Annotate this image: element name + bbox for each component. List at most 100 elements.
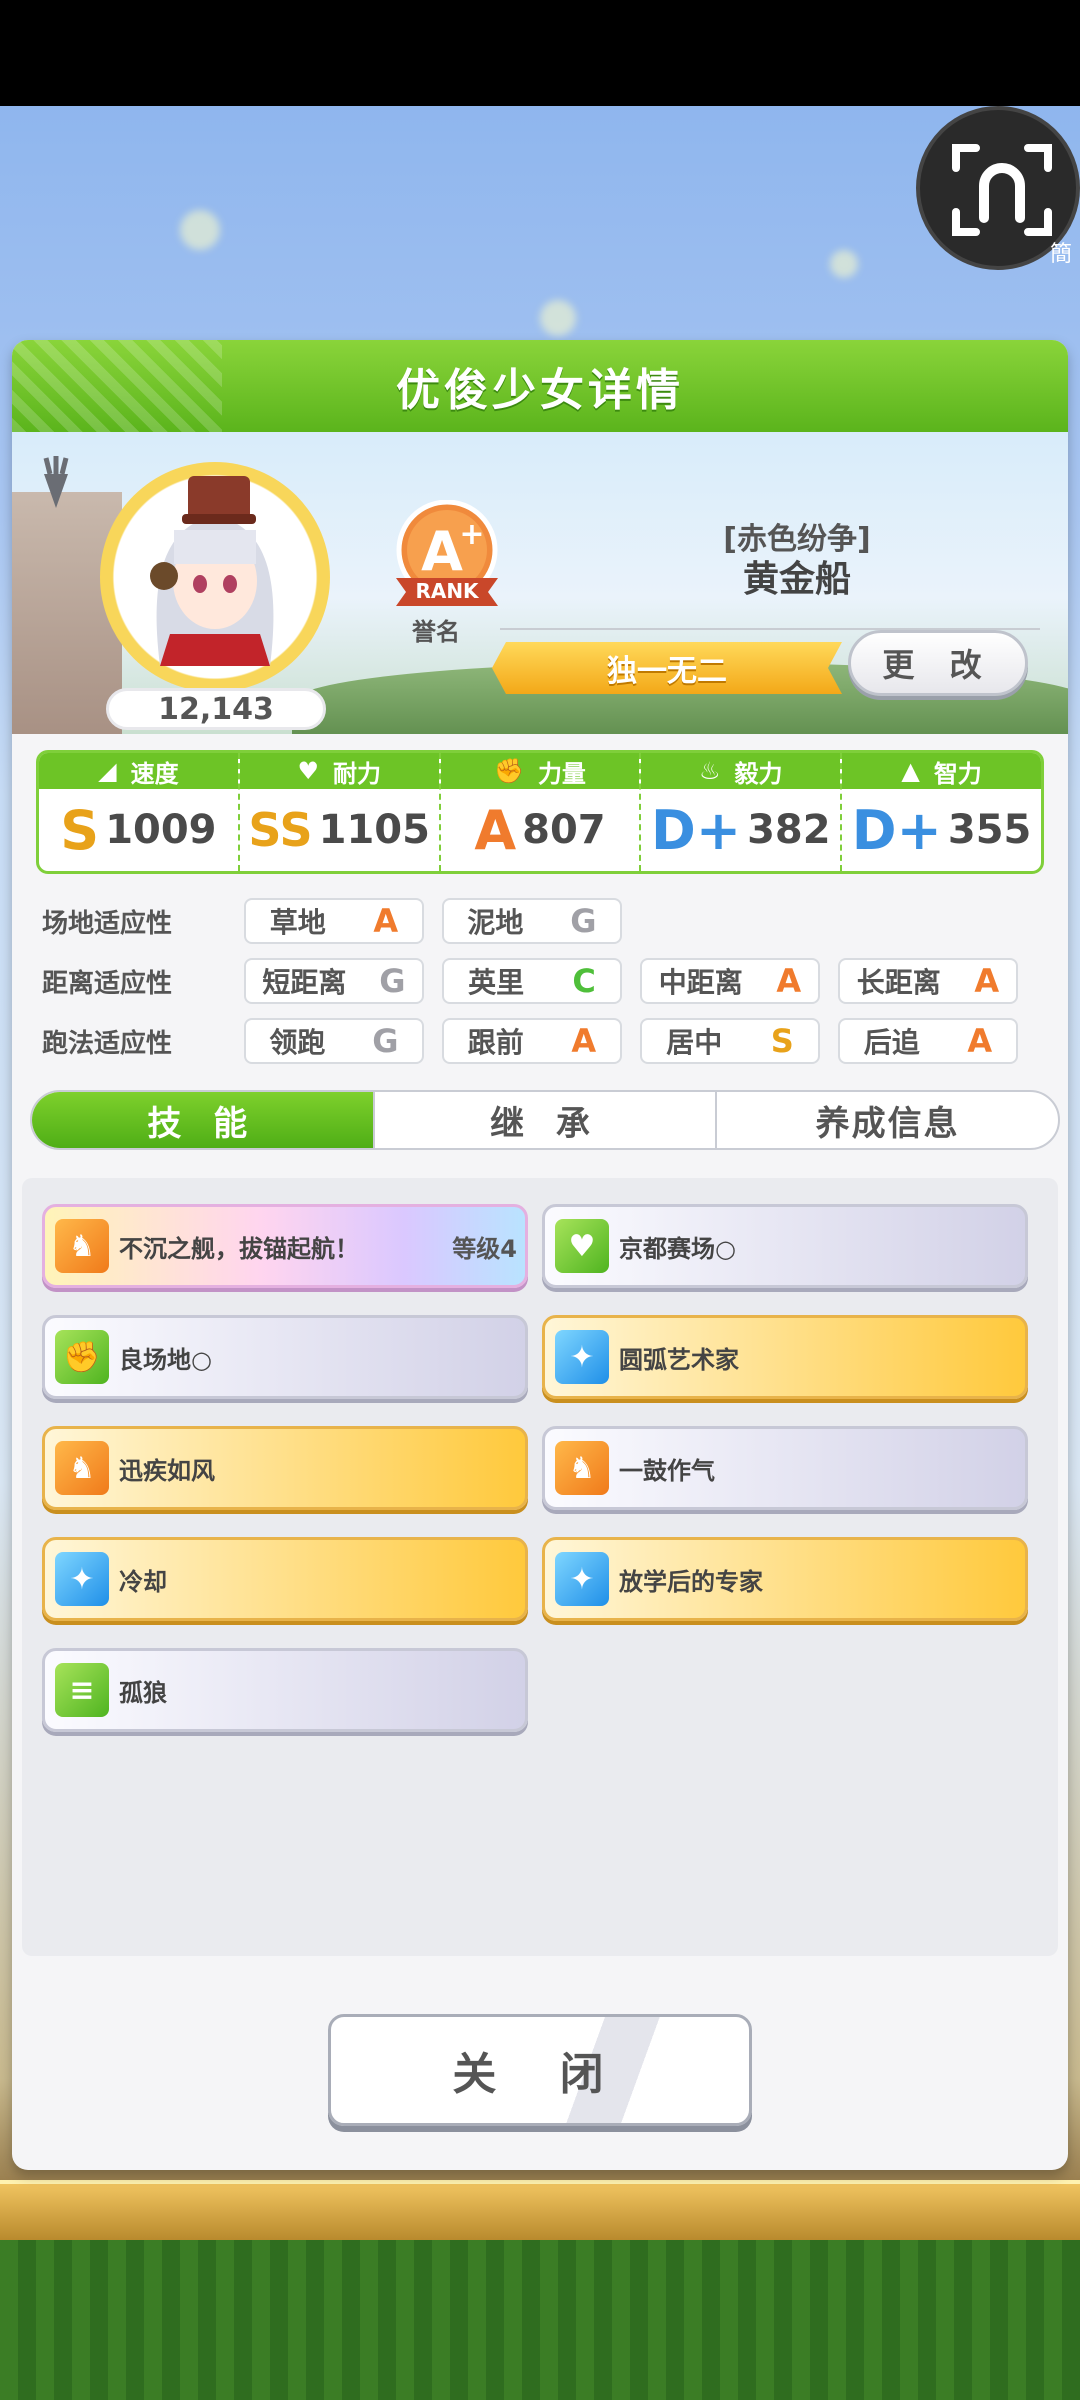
stat-cell: ♨ 毅力 D+ 382 <box>641 753 843 871</box>
skills-list: ♞ 不沉之舰，拔锚起航！ 等级4 ♥ 京都赛场○ ✊ 良场地○ ✦ 圆弧艺术家 ♞… <box>22 1178 1058 1956</box>
aptitude-cell: 长距离 A <box>838 958 1018 1004</box>
skill-card[interactable]: ♞ 不沉之舰，拔锚起航！ 等级4 <box>42 1204 528 1288</box>
horseshoe-icon <box>952 144 1052 236</box>
race-fence <box>0 2180 1080 2240</box>
aptitude-cell: 草地 A <box>244 898 424 944</box>
change-title-button[interactable]: 更 改 <box>848 630 1028 696</box>
tab-skills[interactable]: 技 能 <box>32 1092 375 1148</box>
sparkle-icon: ✦ <box>555 1330 609 1384</box>
sparkle-icon: ✦ <box>555 1552 609 1606</box>
document-icon: ≡ <box>55 1663 109 1717</box>
aptitude-name: 领跑 <box>269 1026 326 1059</box>
stat-label: 毅力 <box>734 759 783 788</box>
aptitude-cell: 后追 A <box>838 1018 1018 1064</box>
skill-card[interactable]: ♞ 一鼓作气 <box>542 1426 1028 1510</box>
rank-caption: 誉名 <box>412 618 460 646</box>
aptitude-cell: 英里 C <box>442 958 622 1004</box>
panel-header: 优俊少女详情 <box>12 340 1068 432</box>
stat-body: D+ 382 <box>641 789 840 871</box>
stat-cell: ◢ 速度 S 1009 <box>39 753 240 871</box>
bokeh-light <box>830 250 858 278</box>
bokeh-light <box>540 300 576 336</box>
skill-card[interactable]: ✊ 良场地○ <box>42 1315 528 1399</box>
aptitude-name: 中距离 <box>658 966 743 999</box>
character-portrait[interactable] <box>130 466 300 666</box>
running-horse-icon: ♞ <box>555 1441 609 1495</box>
stat-header: ▲ 智力 <box>842 753 1041 789</box>
bokeh-light <box>180 210 220 250</box>
stat-header: ♥ 耐力 <box>239 753 439 789</box>
grass-track <box>0 2240 1080 2400</box>
heart-icon: ♥ <box>555 1219 609 1273</box>
aptitude-grade: A <box>974 962 1000 1000</box>
aptitude-grade: G <box>570 902 597 940</box>
aptitude-cell: 泥地 G <box>442 898 622 944</box>
close-button[interactable]: 关 闭 <box>328 2014 752 2126</box>
stat-label: 智力 <box>933 759 982 788</box>
style-aptitude-row: 跑法适应性 领跑 G 跟前 A 居中 S 后追 A <box>42 1016 1052 1066</box>
stat-grade: SS <box>247 802 313 858</box>
skill-level: 等级4 <box>452 1234 517 1263</box>
stat-value: 807 <box>522 807 606 853</box>
shoe-icon: ◢ <box>98 757 117 785</box>
svg-text:RANK: RANK <box>415 579 480 603</box>
muscle-icon: ✊ <box>55 1330 109 1384</box>
carrot-icon <box>43 456 69 508</box>
stat-label: 力量 <box>537 759 586 788</box>
sparkle-icon: ✦ <box>55 1552 109 1606</box>
skill-card[interactable]: ♞ 迅疾如风 <box>42 1426 528 1510</box>
aptitude-name: 短距离 <box>262 966 347 999</box>
uma-detail-panel: 优俊少女详情 12,143 A + RANK 誉名 [赤色纷争] 黄金船 独一无… <box>12 340 1068 2170</box>
stats-table: ◢ 速度 S 1009 ♥ 耐力 SS 1105 ✊ 力量 A 807 ♨ 毅力 <box>36 750 1044 874</box>
aptitude-grade: A <box>571 1022 597 1060</box>
status-bar <box>0 0 1080 106</box>
graduation-cap-icon: ▲ <box>901 757 920 785</box>
skill-name: 冷却 <box>119 1567 167 1596</box>
flame-icon: ♨ <box>699 757 721 785</box>
stat-value: 1009 <box>105 807 217 853</box>
skill-card[interactable]: ♥ 京都赛场○ <box>542 1204 1028 1288</box>
stat-grade: D+ <box>851 798 943 863</box>
aptitude-label: 跑法适应性 <box>42 1028 173 1059</box>
panel-title: 优俊少女详情 <box>396 365 684 416</box>
aptitude-name: 跟前 <box>467 1026 524 1059</box>
heart-icon: ♥ <box>297 757 319 785</box>
stat-body: D+ 355 <box>842 789 1041 871</box>
aptitude-grade: C <box>572 962 596 1000</box>
aptitude-name: 英里 <box>468 966 525 999</box>
detail-tabs: 技 能 继 承 养成信息 <box>30 1090 1060 1150</box>
svg-text:+: + <box>459 517 484 552</box>
skill-card[interactable]: ✦ 冷却 <box>42 1537 528 1621</box>
stat-grade: D+ <box>650 798 742 863</box>
aptitude-cell: 领跑 G <box>244 1018 424 1064</box>
skill-card[interactable]: ✦ 放学后的专家 <box>542 1537 1028 1621</box>
stat-label: 速度 <box>130 759 179 788</box>
stat-cell: ✊ 力量 A 807 <box>440 753 642 871</box>
stat-body: A 807 <box>441 789 640 871</box>
stat-label: 耐力 <box>332 759 381 788</box>
fan-count: 12,143 <box>106 688 326 730</box>
stat-body: S 1009 <box>39 789 238 871</box>
aptitude-cell: 居中 S <box>640 1018 820 1064</box>
skill-name: 孤狼 <box>119 1678 167 1707</box>
aptitude-grade: A <box>967 1022 993 1060</box>
aptitude-cell: 短距离 G <box>244 958 424 1004</box>
stat-value: 382 <box>747 807 831 853</box>
skill-name: 京都赛场○ <box>619 1234 736 1263</box>
skill-name: 圆弧艺术家 <box>619 1345 739 1374</box>
stat-grade: A <box>473 798 517 863</box>
skill-name: 迅疾如风 <box>119 1456 215 1485</box>
skill-card[interactable]: ≡ 孤狼 <box>42 1648 528 1732</box>
skill-name: 良场地○ <box>119 1345 212 1374</box>
stat-cell: ♥ 耐力 SS 1105 <box>239 753 441 871</box>
stat-grade: S <box>59 798 100 863</box>
running-horse-icon: ♞ <box>55 1219 109 1273</box>
tab-inheritance[interactable]: 继 承 <box>375 1092 718 1148</box>
aptitude-name: 居中 <box>666 1026 723 1059</box>
track-aptitude-row: 场地适应性 草地 A 泥地 G <box>42 896 1052 946</box>
aptitude-grade: G <box>372 1022 399 1060</box>
stat-value: 355 <box>947 807 1032 853</box>
tab-training-info[interactable]: 养成信息 <box>717 1092 1058 1148</box>
skill-card[interactable]: ✦ 圆弧艺术家 <box>542 1315 1028 1399</box>
stat-body: SS 1105 <box>240 789 439 871</box>
